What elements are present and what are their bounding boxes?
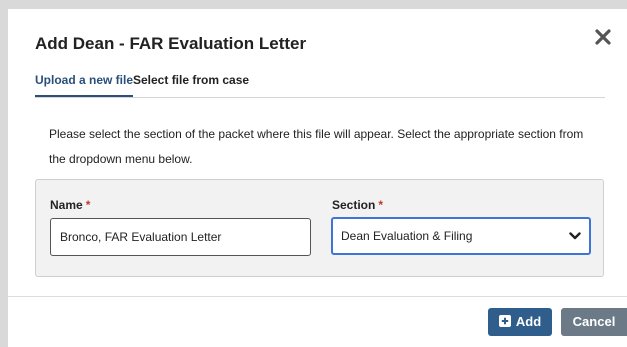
cancel-button[interactable]: Cancel <box>561 308 627 336</box>
footer-divider <box>8 296 627 297</box>
tab-upload-new-file[interactable]: Upload a new file <box>35 73 134 97</box>
add-button-label: Add <box>515 314 542 329</box>
instructions-text: Please select the section of the packet … <box>49 127 584 166</box>
section-select-value: Dean Evaluation & Filing <box>341 229 473 243</box>
add-file-dialog: Add Dean - FAR Evaluation Letter Upload … <box>8 9 627 347</box>
file-source-tabs: Upload a new file Select file from case <box>35 73 605 98</box>
name-input[interactable] <box>50 218 311 256</box>
required-marker: * <box>85 198 91 212</box>
chevron-down-icon <box>569 232 581 240</box>
file-details-panel: Name* Section* Dean Evaluation & Filing <box>35 179 604 277</box>
close-button[interactable] <box>593 27 613 47</box>
section-label-text: Section <box>332 198 376 212</box>
section-select[interactable]: Dean Evaluation & Filing <box>331 217 591 255</box>
name-label-text: Name <box>50 198 83 212</box>
plus-square-icon <box>498 315 511 327</box>
required-marker: * <box>378 198 384 212</box>
dialog-title: Add Dean - FAR Evaluation Letter <box>35 34 307 53</box>
add-button[interactable]: Add <box>488 308 552 336</box>
cancel-button-label: Cancel <box>572 314 616 329</box>
close-icon <box>595 29 611 45</box>
tab-select-file-from-case[interactable]: Select file from case <box>133 73 249 95</box>
section-label: Section * <box>332 198 383 212</box>
name-label: Name * <box>50 198 90 212</box>
